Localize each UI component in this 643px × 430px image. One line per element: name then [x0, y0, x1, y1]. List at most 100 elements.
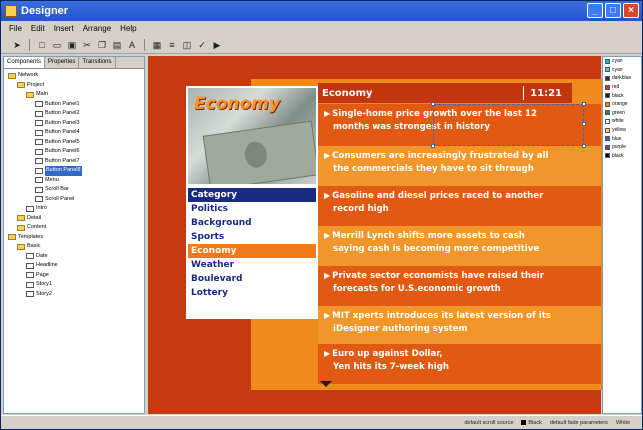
page-icon	[35, 139, 43, 146]
category-item[interactable]: Lottery	[188, 286, 316, 300]
tree-node[interactable]: Detail	[4, 214, 144, 224]
color-swatch-icon	[605, 58, 610, 64]
open-icon[interactable]: ▭	[51, 39, 63, 51]
menu-help[interactable]: Help	[120, 24, 136, 33]
color-item[interactable]: yellow	[603, 126, 641, 135]
color-swatch-icon	[605, 110, 610, 116]
tree-node[interactable]: Scroll Panel	[4, 195, 144, 205]
tree-node[interactable]: Button Panel8	[4, 166, 144, 176]
save-icon[interactable]: ▣	[66, 39, 78, 51]
tree-node[interactable]: Button Panel7	[4, 157, 144, 167]
tree-node[interactable]: Intro	[4, 204, 144, 214]
color-item[interactable]: blue	[603, 134, 641, 143]
menu-file[interactable]: File	[9, 24, 22, 33]
tree-node[interactable]: Menu	[4, 176, 144, 186]
status-scroll-source: default scroll source	[464, 419, 514, 426]
page-icon	[26, 272, 34, 279]
color-swatch-icon	[605, 127, 610, 133]
category-item[interactable]: Weather	[188, 258, 316, 272]
resize-handle[interactable]	[431, 144, 435, 148]
tree-node[interactable]: Button Panel1	[4, 100, 144, 110]
tree-node[interactable]: Content	[4, 223, 144, 233]
tab-transitions[interactable]: Transitions	[79, 57, 116, 68]
selection-box[interactable]	[431, 102, 586, 148]
color-item[interactable]: green	[603, 109, 641, 118]
color-item[interactable]: black	[603, 91, 641, 100]
menu-edit[interactable]: Edit	[31, 24, 45, 33]
maximize-button[interactable]: □	[605, 3, 621, 18]
headline-item[interactable]: ▶ Private sector economists have raised t…	[318, 266, 601, 306]
color-item[interactable]: darkblue	[603, 74, 641, 83]
resize-handle[interactable]	[582, 102, 586, 106]
tree-node-label: Templates	[18, 233, 44, 240]
category-item[interactable]: Boulevard	[188, 272, 316, 286]
tree-node-label: Button Panel8	[45, 166, 82, 176]
color-item[interactable]: cyan	[603, 66, 641, 75]
tree-node[interactable]: Page	[4, 271, 144, 281]
align-icon[interactable]: ≡	[166, 39, 178, 51]
color-swatch-icon	[605, 118, 610, 124]
tree-node[interactable]: Button Panel4	[4, 128, 144, 138]
paste-icon[interactable]: ▤	[111, 39, 123, 51]
app-window: Designer _ □ × File Edit Insert Arrange …	[0, 0, 643, 430]
status-white: White	[615, 419, 630, 426]
headline-line1: ▶ Private sector economists have raised t…	[324, 271, 544, 281]
color-item[interactable]: purple	[603, 143, 641, 152]
resize-handle[interactable]	[431, 102, 435, 106]
category-header: Category	[188, 188, 316, 202]
page-icon	[35, 177, 43, 184]
headline-item[interactable]: ▶ MIT xperts introduces its latest versio…	[318, 306, 601, 344]
headline-line1: ▶ MIT xperts introduces its latest versio…	[324, 311, 551, 321]
color-item[interactable]: orange	[603, 100, 641, 109]
color-swatch-icon	[605, 84, 610, 90]
tree-node[interactable]: Network	[4, 71, 144, 81]
color-item[interactable]: red	[603, 83, 641, 92]
tree-node-label: Detail	[27, 214, 42, 221]
close-button[interactable]: ×	[623, 3, 639, 18]
text-icon[interactable]: A	[126, 39, 138, 51]
resize-handle[interactable]	[582, 122, 586, 126]
headline-item[interactable]: ▶ Merrill Lynch shifts more assets to cas…	[318, 226, 601, 266]
tree-node[interactable]: Story2	[4, 290, 144, 300]
color-label: darkblue	[612, 75, 632, 82]
copy-icon[interactable]: ❐	[96, 39, 108, 51]
menu-arrange[interactable]: Arrange	[83, 24, 111, 33]
tree-node[interactable]: Basic	[4, 242, 144, 252]
tree-node[interactable]: Templates	[4, 233, 144, 243]
pointer-icon[interactable]: ➤	[11, 39, 23, 51]
color-item[interactable]: white	[603, 117, 641, 126]
check-icon[interactable]: ✓	[196, 39, 208, 51]
headline-item[interactable]: ▶ Euro up against Dollar, Yen hits its 7-w…	[318, 344, 601, 384]
category-item[interactable]: Sports	[188, 230, 316, 244]
tab-components[interactable]: Components	[4, 57, 46, 68]
color-label: blue	[612, 135, 622, 142]
tree-node-label: Headline	[36, 262, 58, 268]
tree-node[interactable]: Project	[4, 81, 144, 91]
tree-node[interactable]: Button Panel2	[4, 109, 144, 119]
new-icon[interactable]: □	[36, 39, 48, 51]
grid-icon[interactable]: ▦	[151, 39, 163, 51]
tree-node[interactable]: Scroll Bar	[4, 185, 144, 195]
scroll-down-icon[interactable]	[320, 381, 332, 387]
layers-icon[interactable]: ◫	[181, 39, 193, 51]
tree-node[interactable]: Headline	[4, 261, 144, 271]
tree-node[interactable]: Date	[4, 252, 144, 262]
category-item[interactable]: Background	[188, 216, 316, 230]
tree-node[interactable]: Button Panel5	[4, 138, 144, 148]
headline-item[interactable]: ▶ Consumers are increasingly frustrated b…	[318, 146, 601, 186]
tree-node[interactable]: Main	[4, 90, 144, 100]
tree-node[interactable]: Button Panel6	[4, 147, 144, 157]
menu-insert[interactable]: Insert	[54, 24, 74, 33]
tab-properties[interactable]: Properties	[45, 57, 80, 68]
color-item[interactable]: black	[603, 152, 641, 161]
minimize-button[interactable]: _	[587, 3, 603, 18]
tree-node[interactable]: Button Panel3	[4, 119, 144, 129]
category-item[interactable]: Economy	[188, 244, 316, 258]
headline-item[interactable]: ▶ Gasoline and diesel prices raced to ano…	[318, 186, 601, 226]
cut-icon[interactable]: ✂	[81, 39, 93, 51]
color-item[interactable]: cyan	[603, 57, 641, 66]
tree-node[interactable]: Story1	[4, 280, 144, 290]
resize-handle[interactable]	[582, 144, 586, 148]
preview-icon[interactable]: ▶	[211, 39, 223, 51]
category-item[interactable]: Politics	[188, 202, 316, 216]
